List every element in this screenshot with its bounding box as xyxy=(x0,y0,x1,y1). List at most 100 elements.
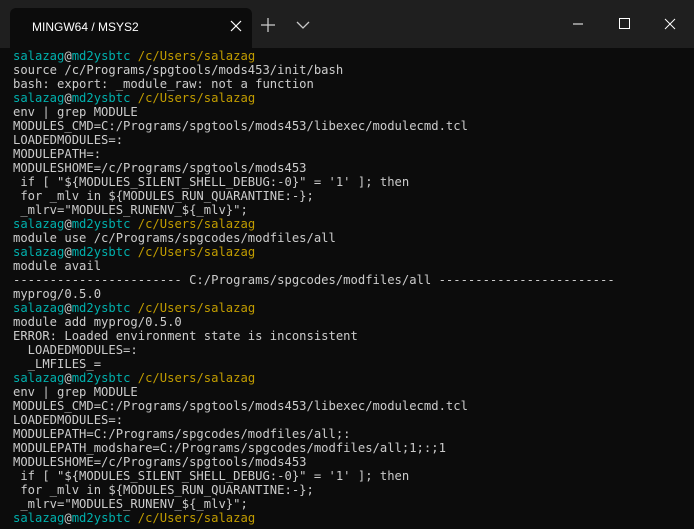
prompt-host: md2ysbtc xyxy=(71,371,131,385)
output-text: ----------------------- C:/Programs/spgc… xyxy=(13,273,615,287)
prompt-host: md2ysbtc xyxy=(71,511,131,525)
output-line: for _mlv in ${MODULES_RUN_QUARANTINE:-}; xyxy=(13,483,694,497)
output-line: LOADEDMODULES=: xyxy=(13,343,694,357)
terminal-window: MINGW64 / MSYS2 salazag@md2ysbtc /c/User… xyxy=(0,0,694,529)
close-icon[interactable] xyxy=(226,16,246,36)
prompt-path: /c/Users/salazag xyxy=(130,49,256,63)
output-line: env | grep MODULE xyxy=(13,385,694,399)
output-text: _LMFILES_= xyxy=(13,357,102,371)
output-text: MODULEPATH=C:/Programs/spgcodes/modfiles… xyxy=(13,427,351,441)
prompt-line: salazag@md2ysbtc /c/Users/salazag xyxy=(13,49,694,63)
maximize-icon xyxy=(601,0,647,48)
prompt-path: /c/Users/salazag xyxy=(130,371,256,385)
prompt-line: salazag@md2ysbtc /c/Users/salazag xyxy=(13,301,694,315)
output-line: LOADEDMODULES=: xyxy=(13,133,694,147)
output-text: module avail xyxy=(13,259,102,273)
output-line: MODULEPATH=C:/Programs/spgcodes/modfiles… xyxy=(13,427,694,441)
output-line: myprog/0.5.0 xyxy=(13,287,694,301)
prompt-user: salazag xyxy=(13,371,65,385)
title-bar[interactable]: MINGW64 / MSYS2 xyxy=(0,0,694,48)
output-text: ERROR: Loaded environment state is incon… xyxy=(13,329,358,343)
terminal-output[interactable]: salazag@md2ysbtc /c/Users/salazag source … xyxy=(13,49,694,525)
prompt-user: salazag xyxy=(13,49,65,63)
output-text: LOADEDMODULES=: xyxy=(13,413,124,427)
chevron-down-icon xyxy=(291,14,315,36)
close-icon xyxy=(647,0,693,48)
output-line: _LMFILES_= xyxy=(13,357,694,371)
output-text: MODULES_CMD=C:/Programs/spgtools/mods453… xyxy=(13,119,468,133)
output-line: source /c/Programs/spgtools/mods453/init… xyxy=(13,63,694,77)
prompt-user: salazag xyxy=(13,511,65,525)
output-text: if [ "${MODULES_SILENT_SHELL_DEBUG:-0}" … xyxy=(13,175,410,189)
output-text: _mlrv="MODULES_RUNENV_${_mlv}"; xyxy=(13,203,248,217)
prompt-line: salazag@md2ysbtc /c/Users/salazag xyxy=(13,217,694,231)
prompt-user: salazag xyxy=(13,301,65,315)
minimize-button[interactable] xyxy=(555,0,601,48)
output-line: MODULEPATH=: xyxy=(13,147,694,161)
output-line: module add myprog/0.5.0 xyxy=(13,315,694,329)
output-text: MODULESHOME=/c/Programs/spgtools/mods453 xyxy=(13,161,307,175)
prompt-path: /c/Users/salazag xyxy=(130,91,256,105)
output-line: MODULESHOME=/c/Programs/spgtools/mods453 xyxy=(13,161,694,175)
output-line: if [ "${MODULES_SILENT_SHELL_DEBUG:-0}" … xyxy=(13,469,694,483)
prompt-line: salazag@md2ysbtc /c/Users/salazag xyxy=(13,371,694,385)
prompt-host: md2ysbtc xyxy=(71,301,131,315)
output-text: module add myprog/0.5.0 xyxy=(13,315,182,329)
output-line: ERROR: Loaded environment state is incon… xyxy=(13,329,694,343)
prompt-at: @ xyxy=(64,301,72,315)
prompt-at: @ xyxy=(64,511,72,525)
output-line: MODULES_CMD=C:/Programs/spgtools/mods453… xyxy=(13,119,694,133)
maximize-button[interactable] xyxy=(601,0,647,48)
prompt-host: md2ysbtc xyxy=(71,49,131,63)
prompt-at: @ xyxy=(64,371,72,385)
tab-mingw64[interactable]: MINGW64 / MSYS2 xyxy=(10,8,252,48)
output-text: myprog/0.5.0 xyxy=(13,287,102,301)
output-line: for _mlv in ${MODULES_RUN_QUARANTINE:-}; xyxy=(13,189,694,203)
output-line: env | grep MODULE xyxy=(13,105,694,119)
prompt-user: salazag xyxy=(13,217,65,231)
prompt-path: /c/Users/salazag xyxy=(130,245,256,259)
output-text: LOADEDMODULES=: xyxy=(13,133,124,147)
prompt-at: @ xyxy=(64,245,72,259)
output-text: bash: export: _module_raw: not a functio… xyxy=(13,77,314,91)
output-line: _mlrv="MODULES_RUNENV_${_mlv}"; xyxy=(13,497,694,511)
output-text: _mlrv="MODULES_RUNENV_${_mlv}"; xyxy=(13,497,248,511)
prompt-line: salazag@md2ysbtc /c/Users/salazag xyxy=(13,245,694,259)
minimize-icon xyxy=(555,0,601,48)
output-line: if [ "${MODULES_SILENT_SHELL_DEBUG:-0}" … xyxy=(13,175,694,189)
plus-icon xyxy=(256,14,280,36)
window-close-button[interactable] xyxy=(647,0,693,48)
prompt-host: md2ysbtc xyxy=(71,245,131,259)
output-text: env | grep MODULE xyxy=(13,385,138,399)
output-line: module use /c/Programs/spgcodes/modfiles… xyxy=(13,231,694,245)
prompt-host: md2ysbtc xyxy=(71,217,131,231)
prompt-host: md2ysbtc xyxy=(71,91,131,105)
prompt-user: salazag xyxy=(13,91,65,105)
prompt-at: @ xyxy=(64,217,72,231)
prompt-at: @ xyxy=(64,49,72,63)
output-line: MODULESHOME=/c/Programs/spgtools/mods453 xyxy=(13,455,694,469)
output-text: env | grep MODULE xyxy=(13,105,138,119)
output-text: MODULESHOME=/c/Programs/spgtools/mods453 xyxy=(13,455,307,469)
output-line: module avail xyxy=(13,259,694,273)
prompt-path: /c/Users/salazag xyxy=(130,301,256,315)
output-line: ----------------------- C:/Programs/spgc… xyxy=(13,273,694,287)
output-text: MODULEPATH_modshare=C:/Programs/spgcodes… xyxy=(13,441,446,455)
tab-title: MINGW64 / MSYS2 xyxy=(32,20,139,34)
output-line: LOADEDMODULES=: xyxy=(13,413,694,427)
output-text: LOADEDMODULES=: xyxy=(13,343,138,357)
output-line: MODULEPATH_modshare=C:/Programs/spgcodes… xyxy=(13,441,694,455)
prompt-at: @ xyxy=(64,91,72,105)
output-text: module use /c/Programs/spgcodes/modfiles… xyxy=(13,231,336,245)
new-tab-button[interactable] xyxy=(256,14,280,36)
output-line: bash: export: _module_raw: not a functio… xyxy=(13,77,694,91)
prompt-path: /c/Users/salazag xyxy=(130,217,256,231)
prompt-line: salazag@md2ysbtc /c/Users/salazag xyxy=(13,511,694,525)
output-text: source /c/Programs/spgtools/mods453/init… xyxy=(13,63,344,77)
tab-dropdown-button[interactable] xyxy=(291,14,315,36)
prompt-path: /c/Users/salazag xyxy=(130,511,256,525)
prompt-user: salazag xyxy=(13,245,65,259)
output-text: MODULEPATH=: xyxy=(13,147,102,161)
output-text: if [ "${MODULES_SILENT_SHELL_DEBUG:-0}" … xyxy=(13,469,410,483)
output-line: _mlrv="MODULES_RUNENV_${_mlv}"; xyxy=(13,203,694,217)
